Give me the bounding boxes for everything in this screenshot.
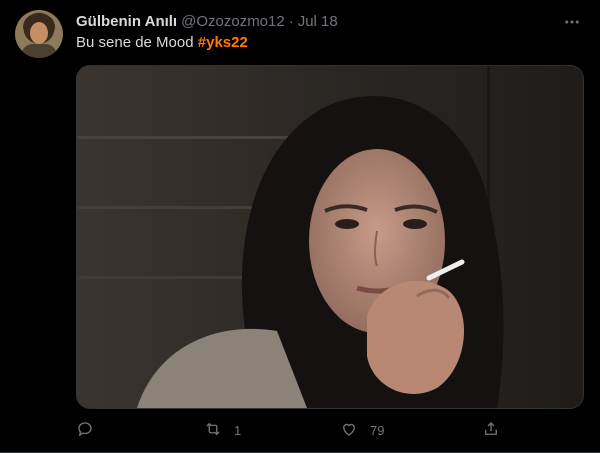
like-button[interactable]: 79	[340, 418, 384, 442]
reply-icon	[76, 420, 94, 441]
tweet-media-photo[interactable]	[76, 65, 584, 409]
share-icon	[482, 420, 500, 441]
author-name[interactable]: Gülbenin Anılı	[76, 13, 177, 30]
retweet-button[interactable]: 1	[204, 418, 241, 442]
tweet-actions: 1 79	[76, 418, 506, 442]
like-count: 79	[370, 422, 385, 438]
avatar-face	[30, 22, 48, 44]
hashtag-link[interactable]: #yks22	[198, 34, 248, 51]
author-handle[interactable]: @Ozozozmo12	[181, 13, 285, 30]
tweet-text: Bu sene de Mood #yks22	[76, 34, 248, 51]
more-icon[interactable]	[560, 10, 584, 34]
separator-dot: ·	[288, 12, 294, 30]
avatar-body	[21, 44, 57, 58]
like-icon	[340, 420, 358, 441]
reply-button[interactable]	[76, 418, 106, 442]
tweet-date[interactable]: Jul 18	[298, 13, 338, 30]
photo-illustration	[77, 66, 583, 408]
tweet-body: Bu sene de Mood	[76, 34, 198, 51]
avatar[interactable]	[15, 10, 63, 58]
share-button[interactable]	[482, 418, 500, 442]
retweet-count: 1	[234, 422, 242, 438]
tweet-header: Gülbenin Anılı @Ozozozmo12 · Jul 18	[76, 11, 338, 31]
retweet-icon	[204, 420, 222, 441]
tweet[interactable]: Gülbenin Anılı @Ozozozmo12 · Jul 18 Bu s…	[0, 0, 600, 453]
